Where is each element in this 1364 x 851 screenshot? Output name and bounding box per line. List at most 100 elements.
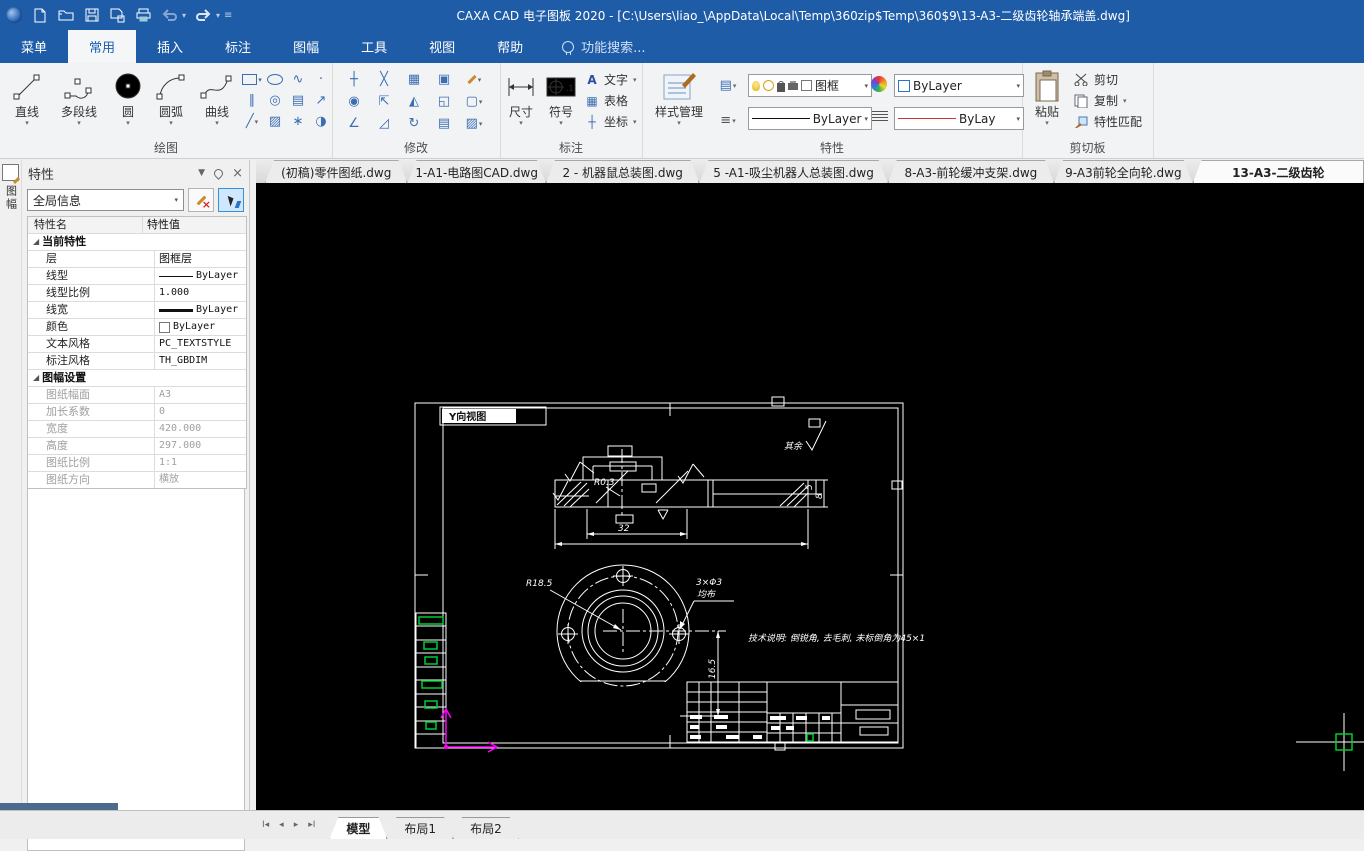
symbol-tool-button[interactable]: .1 符号 ▾: [542, 68, 580, 127]
prop-row-layer[interactable]: 层图框层: [28, 251, 246, 268]
prop-row-ltscale[interactable]: 线型比例 1.000: [28, 285, 246, 302]
spline-dropdown-icon[interactable]: ▾: [215, 119, 219, 127]
line-dropdown-icon[interactable]: ▾: [25, 119, 29, 127]
prop-row-color[interactable]: 颜色 ByLayer: [28, 319, 246, 336]
coordinate-tool-button[interactable]: ┼ 坐标 ▾: [584, 111, 636, 132]
prop-row-lineweight[interactable]: 线宽 ByLayer: [28, 302, 246, 319]
rotate-icon[interactable]: ↻: [402, 113, 426, 134]
lineweight-icon[interactable]: [872, 111, 888, 123]
pin-icon[interactable]: [212, 166, 225, 180]
ellipse-icon[interactable]: [263, 69, 287, 90]
doc-tab-1[interactable]: (初稿)零件图纸.dwg: [265, 160, 407, 183]
style-manager-dropdown-icon[interactable]: ▾: [677, 119, 681, 127]
arc-dropdown-icon[interactable]: ▾: [169, 119, 173, 127]
clear-properties-button[interactable]: ×: [188, 188, 214, 212]
first-sheet-icon[interactable]: Ⅰ◂: [262, 820, 269, 830]
scope-dropdown[interactable]: 全局信息 ▾: [27, 189, 184, 211]
arc-tool-button[interactable]: 圆弧 ▾: [148, 68, 194, 127]
block-icon[interactable]: ▤: [286, 90, 310, 111]
prev-sheet-icon[interactable]: ◂: [279, 820, 284, 830]
view-label[interactable]: Y向视图: [439, 406, 547, 426]
doc-tab-3[interactable]: 2 - 机器鼠总装图.dwg: [546, 160, 699, 183]
point-icon[interactable]: ·: [309, 69, 333, 90]
contour-icon[interactable]: ∿: [286, 69, 310, 90]
chamfer-icon[interactable]: ∠: [342, 113, 366, 134]
save-icon[interactable]: [83, 7, 100, 24]
prop-row-linetype[interactable]: 线型 ByLayer: [28, 268, 246, 285]
next-sheet-icon[interactable]: ▸: [294, 820, 299, 830]
mirror-icon[interactable]: ◭: [402, 91, 426, 112]
dock-tab-sheet[interactable]: 图幅: [3, 185, 19, 211]
doc-tab-6[interactable]: 9-A3前轮全向轮.dwg: [1054, 160, 1193, 183]
menu-tab-annotate[interactable]: 标注: [204, 30, 272, 63]
group-sheet-settings[interactable]: ◢ 图幅设置: [28, 370, 246, 387]
open-file-icon[interactable]: [57, 7, 74, 24]
bisector-icon[interactable]: ╱ ▾: [240, 111, 264, 132]
color-wheel-icon[interactable]: [871, 76, 887, 92]
arrow-icon[interactable]: ↗: [309, 90, 333, 111]
save-as-icon[interactable]: [109, 7, 126, 24]
prop-row-height[interactable]: 高度 297.000: [28, 438, 246, 455]
text-tool-button[interactable]: A 文字 ▾: [584, 69, 636, 90]
customize-qat-icon[interactable]: ≡: [224, 10, 232, 21]
dimension-tool-button[interactable]: 尺寸 ▾: [502, 68, 540, 127]
group-current-properties[interactable]: ◢ 当前特性: [28, 234, 246, 251]
menu-tab-insert[interactable]: 插入: [136, 30, 204, 63]
undo-dropdown-icon[interactable]: ▾: [182, 11, 186, 20]
offset-copy-icon[interactable]: ◉: [342, 91, 366, 112]
cut-button[interactable]: 剪切: [1074, 69, 1142, 90]
polyline-dropdown-icon[interactable]: ▾: [77, 119, 81, 127]
doc-tab-2[interactable]: 1-A1-电路图CAD.dwg: [407, 160, 546, 183]
copy-button[interactable]: 复制 ▾: [1074, 90, 1142, 111]
hatch-edit-icon[interactable]: ▨ ▾: [462, 113, 486, 134]
center-hole-icon[interactable]: ◎: [263, 90, 287, 111]
new-file-icon[interactable]: [31, 7, 48, 24]
parallel-line-icon[interactable]: ∥: [240, 90, 264, 111]
extend-icon[interactable]: ⇱: [372, 91, 396, 112]
drawing-canvas[interactable]: Y向视图 R0.3 32 5 8 其余 R18.5 3×Φ3 均布 16.5 技…: [256, 183, 1364, 810]
rect-select-icon[interactable]: ▢ ▾: [462, 91, 486, 112]
gear-icon[interactable]: ∗: [286, 111, 310, 132]
pick-object-button[interactable]: [218, 188, 244, 212]
properties-panel-icon[interactable]: [2, 164, 19, 181]
clip-icon[interactable]: ▣: [432, 69, 456, 90]
line-tool-button[interactable]: 直线 ▾: [4, 68, 50, 127]
tab-layout2[interactable]: 布局2: [453, 817, 519, 839]
prop-row-textstyle[interactable]: 文本风格 PC_TEXTSTYLE: [28, 336, 246, 353]
print-icon[interactable]: [135, 7, 152, 24]
menu-tab-home[interactable]: 常用: [68, 30, 137, 63]
close-icon[interactable]: ×: [232, 166, 243, 181]
doc-tab-7-active[interactable]: 13-A3-二级齿轮: [1192, 160, 1364, 183]
region-icon[interactable]: ◑: [309, 111, 333, 132]
table-tool-button[interactable]: ▦ 表格: [584, 90, 637, 111]
layer-settings-icon[interactable]: ▤ ▾: [714, 75, 742, 96]
color-dropdown[interactable]: ByLayer ▾: [894, 74, 1024, 97]
menu-tab-menu[interactable]: 菜单: [0, 30, 68, 63]
erase-icon[interactable]: ▾: [462, 69, 486, 90]
doc-tab-5[interactable]: 8-A3-前轮缓冲支架.dwg: [888, 160, 1054, 183]
style-manager-button[interactable]: 样式管理 ▾: [648, 68, 710, 127]
panel-menu-icon[interactable]: ▼: [198, 168, 205, 178]
doc-tab-4[interactable]: 5 -A1-吸尘机器人总装图.dwg: [699, 160, 887, 183]
last-sheet-icon[interactable]: ▸Ⅰ: [308, 820, 315, 830]
prop-row-dimstyle[interactable]: 标注风格 TH_GBDIM: [28, 353, 246, 370]
scale-icon[interactable]: ◱: [432, 91, 456, 112]
circle-dropdown-icon[interactable]: ▾: [126, 119, 130, 127]
hatch-icon[interactable]: ▨: [263, 111, 287, 132]
layer-dropdown[interactable]: 图框 ▾: [748, 74, 872, 97]
prop-row-extend[interactable]: 加长系数 0: [28, 404, 246, 421]
linetype-settings-icon[interactable]: ≡ ▾: [714, 110, 742, 131]
redo-icon[interactable]: [195, 7, 212, 24]
break-icon[interactable]: ╳: [372, 69, 396, 90]
rectangle-icon[interactable]: ▾: [240, 69, 264, 90]
undo-icon[interactable]: [161, 7, 178, 24]
array-icon[interactable]: ▦: [402, 69, 426, 90]
prop-row-scale[interactable]: 图纸比例 1:1: [28, 455, 246, 472]
explode-icon[interactable]: ▤: [432, 113, 456, 134]
spline-tool-button[interactable]: 曲线 ▾: [194, 68, 240, 127]
tab-layout1[interactable]: 布局1: [387, 817, 453, 839]
dimension-dropdown-icon[interactable]: ▾: [519, 119, 523, 127]
symbol-dropdown-icon[interactable]: ▾: [559, 119, 563, 127]
linetype-dropdown[interactable]: ByLayer ▾: [748, 107, 872, 130]
paste-button[interactable]: 粘贴 ▾: [1026, 68, 1068, 127]
